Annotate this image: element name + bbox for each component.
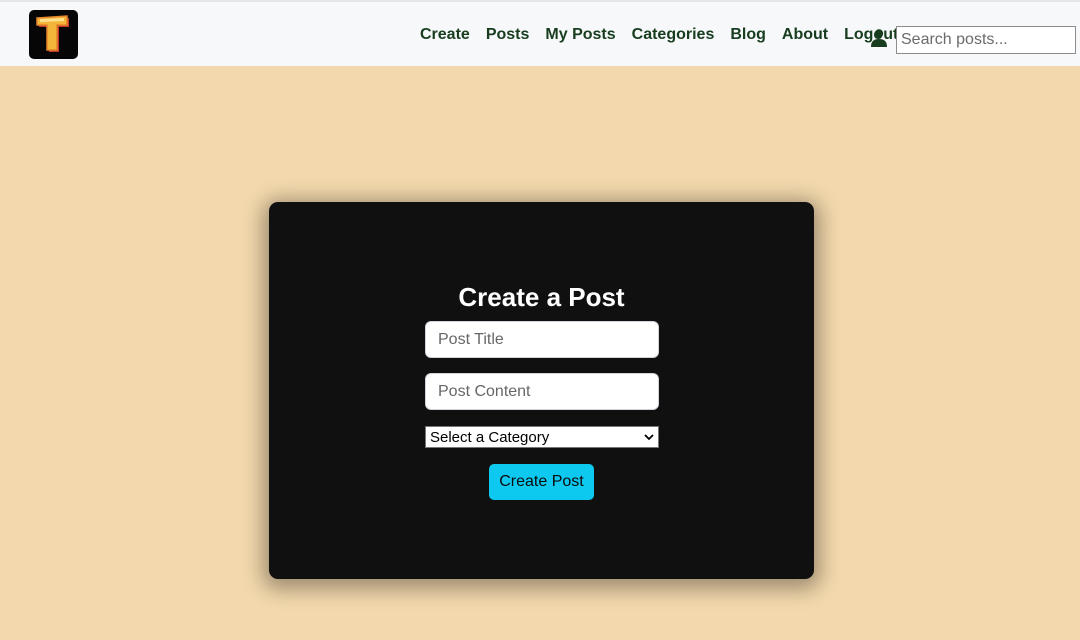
nav-categories-link[interactable]: Categories [632,26,715,44]
category-select-value: Select a Category [430,428,550,446]
nav-blog-link[interactable]: Blog [730,26,766,44]
site-logo[interactable] [29,10,78,59]
nav-create-link[interactable]: Create [420,26,470,44]
nav-about-link[interactable]: About [782,26,828,44]
category-select[interactable]: Select a Category [425,426,659,448]
search-input[interactable] [896,26,1076,54]
form-title: Create a Post [458,282,625,312]
nav-links: Create Posts My Posts Categories Blog Ab… [420,24,914,46]
user-icon[interactable] [871,29,887,47]
create-post-button[interactable]: Create Post [489,464,594,500]
nav-posts-link[interactable]: Posts [486,26,530,44]
post-content-input[interactable] [425,373,659,410]
navbar: Create Posts My Posts Categories Blog Ab… [0,0,1080,66]
create-post-card: Create a Post Select a Category Create P… [269,202,814,579]
nav-my-posts-link[interactable]: My Posts [545,26,615,44]
chevron-down-icon [644,433,654,440]
post-title-input[interactable] [425,321,659,358]
logo-letter-icon [35,14,69,52]
